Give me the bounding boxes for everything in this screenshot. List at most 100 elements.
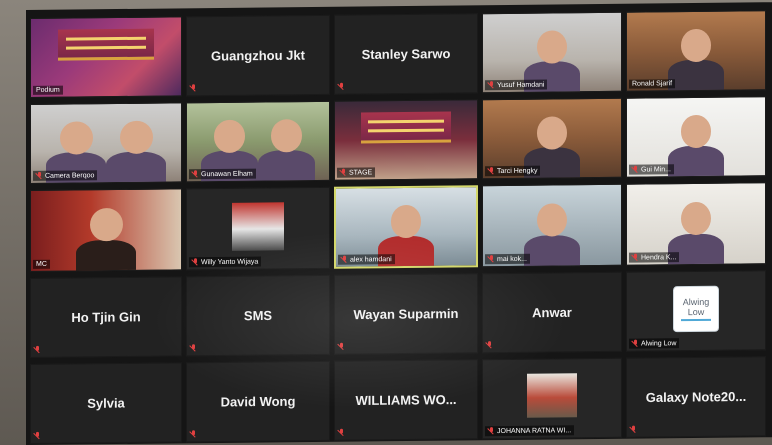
muted-mic-icon <box>486 341 493 349</box>
muted-mic-icon <box>340 169 347 177</box>
logo-text: Low <box>687 306 705 318</box>
participant-name: Galaxy Note20... <box>645 388 747 406</box>
participant-name-text: Hendra K... <box>641 253 677 262</box>
participant-tile[interactable]: Wayan Suparmin <box>334 273 478 355</box>
stage-banner <box>58 28 154 61</box>
participant-name: WILLIAMS WO... <box>355 391 457 409</box>
participant-tile[interactable]: Hendra K... <box>626 182 766 266</box>
person-head <box>59 121 93 155</box>
participant-tile[interactable]: Stanley Sarwo <box>334 13 478 95</box>
banner-text-line <box>65 45 147 50</box>
muted-mic-icon <box>632 254 639 262</box>
person-head <box>536 116 568 150</box>
muted-mic-icon <box>36 172 43 180</box>
participant-name-label: STAGE <box>337 167 376 178</box>
person-body <box>76 239 136 272</box>
participant-name-label: Camera Berqoo <box>33 170 98 181</box>
participant-tile[interactable]: Galaxy Note20... <box>626 356 766 438</box>
muted-mic-icon <box>34 346 41 354</box>
participant-name-text: Tarci Hengky <box>497 167 538 175</box>
participant-name-text: Camera Berqoo <box>45 171 95 180</box>
participant-name-text: Gui Min... <box>641 165 671 174</box>
inner-picture <box>527 373 577 418</box>
participant-name-label: Hendra K... <box>629 252 680 263</box>
participant-tile[interactable]: mai kok... <box>482 183 622 268</box>
participant-name: Guangzhou Jkt <box>211 47 305 64</box>
muted-mic-icon <box>488 167 495 175</box>
participant-tile[interactable]: SMS <box>186 274 330 357</box>
participant-name: Anwar <box>532 304 572 321</box>
muted-mic-icon <box>192 170 199 178</box>
banner-text-line <box>65 37 147 41</box>
participant-tile[interactable]: STAGE <box>334 99 478 181</box>
participant-name-label: Podium <box>33 85 63 95</box>
participant-tile[interactable]: JOHANNA RATNA WI... <box>482 357 622 440</box>
person-head <box>390 205 422 239</box>
participant-name-text: alex hamdani <box>350 255 392 264</box>
muted-mic-icon <box>190 84 197 92</box>
participant-tile[interactable]: alex hamdani <box>334 185 478 269</box>
muted-mic-icon <box>190 344 197 352</box>
person-head <box>680 201 712 236</box>
muted-mic-icon <box>338 429 345 437</box>
person-head <box>536 30 568 64</box>
participant-tile[interactable]: Camera Berqoo <box>30 102 182 184</box>
participant-name-text: Gunawan Elham <box>201 170 253 178</box>
participant-name-label: Tarci Hengky <box>485 165 541 177</box>
muted-mic-icon <box>632 166 639 174</box>
person-body <box>524 234 580 268</box>
participant-tile[interactable]: Anwar <box>482 271 622 354</box>
person-head <box>680 28 712 63</box>
banner-text-line <box>367 128 445 133</box>
participant-tile[interactable]: Podium <box>30 16 182 98</box>
muted-mic-icon <box>632 340 639 348</box>
participant-tile[interactable]: WILLIAMS WO... <box>334 359 478 441</box>
participant-name-text: Podium <box>36 86 60 94</box>
participant-name-text: STAGE <box>349 168 373 177</box>
person-body <box>258 150 315 183</box>
banner-text-line <box>367 119 445 124</box>
participant-tile[interactable]: Ho Tjin Gin <box>30 276 182 358</box>
participant-name-label: JOHANNA RATNA WI... <box>485 425 575 437</box>
alwing-low-logo: Alwing Low <box>673 285 719 333</box>
participant-name-label: Gunawan Elham <box>189 168 256 180</box>
participant-tile[interactable]: Gunawan Elham <box>186 100 330 183</box>
person-head <box>119 120 153 154</box>
participant-name-label: Willy Yanto Wijaya <box>189 256 262 268</box>
participant-name: Ho Tjin Gin <box>71 309 141 326</box>
participant-name: SMS <box>243 307 273 324</box>
muted-mic-icon <box>338 83 345 91</box>
participant-tile[interactable]: Ronald Sjarif <box>626 10 766 92</box>
participant-tile[interactable]: Gui Min... <box>626 96 766 178</box>
participant-name-text: mai kok... <box>497 255 527 263</box>
participant-name-label: MC <box>33 259 50 269</box>
participant-video <box>31 189 181 272</box>
participant-tile[interactable]: David Wong <box>186 360 330 443</box>
person-head <box>270 119 302 153</box>
participant-tile[interactable]: Tarci Hengky <box>482 97 622 180</box>
person-body <box>668 146 724 178</box>
participant-name: Sylvia <box>87 395 125 411</box>
participant-name-label: Gui Min... <box>629 164 674 175</box>
participant-name: Wayan Suparmin <box>353 305 459 323</box>
participant-tile[interactable]: Willy Yanto Wijaya <box>186 186 330 271</box>
participant-name-text: MC <box>36 260 47 268</box>
participant-name-label: Ronald Sjarif <box>629 79 676 89</box>
participant-name: Stanley Sarwo <box>361 46 451 62</box>
participant-tile[interactable]: Sylvia <box>30 362 182 444</box>
participant-name-text: Alwing Low <box>641 339 677 348</box>
participant-tile[interactable]: MC <box>30 188 182 272</box>
muted-mic-icon <box>341 256 348 264</box>
muted-mic-icon <box>488 427 495 435</box>
muted-mic-icon <box>488 81 495 89</box>
muted-mic-icon <box>338 343 345 351</box>
participant-tile[interactable]: Yusuf Hamdani <box>482 11 622 94</box>
muted-mic-icon <box>190 430 197 438</box>
video-gallery-grid: Podium Guangzhou Jkt Stanley Sarwo Yusuf Ha… <box>30 10 768 444</box>
person-head <box>213 119 246 153</box>
muted-mic-icon <box>192 258 199 266</box>
participant-tile[interactable]: Guangzhou Jkt <box>186 14 330 97</box>
participant-name-label: mai kok... <box>485 253 530 265</box>
participant-name-label: Yusuf Hamdani <box>485 79 548 91</box>
participant-tile[interactable]: Alwing Low Alwing Low <box>626 270 766 352</box>
